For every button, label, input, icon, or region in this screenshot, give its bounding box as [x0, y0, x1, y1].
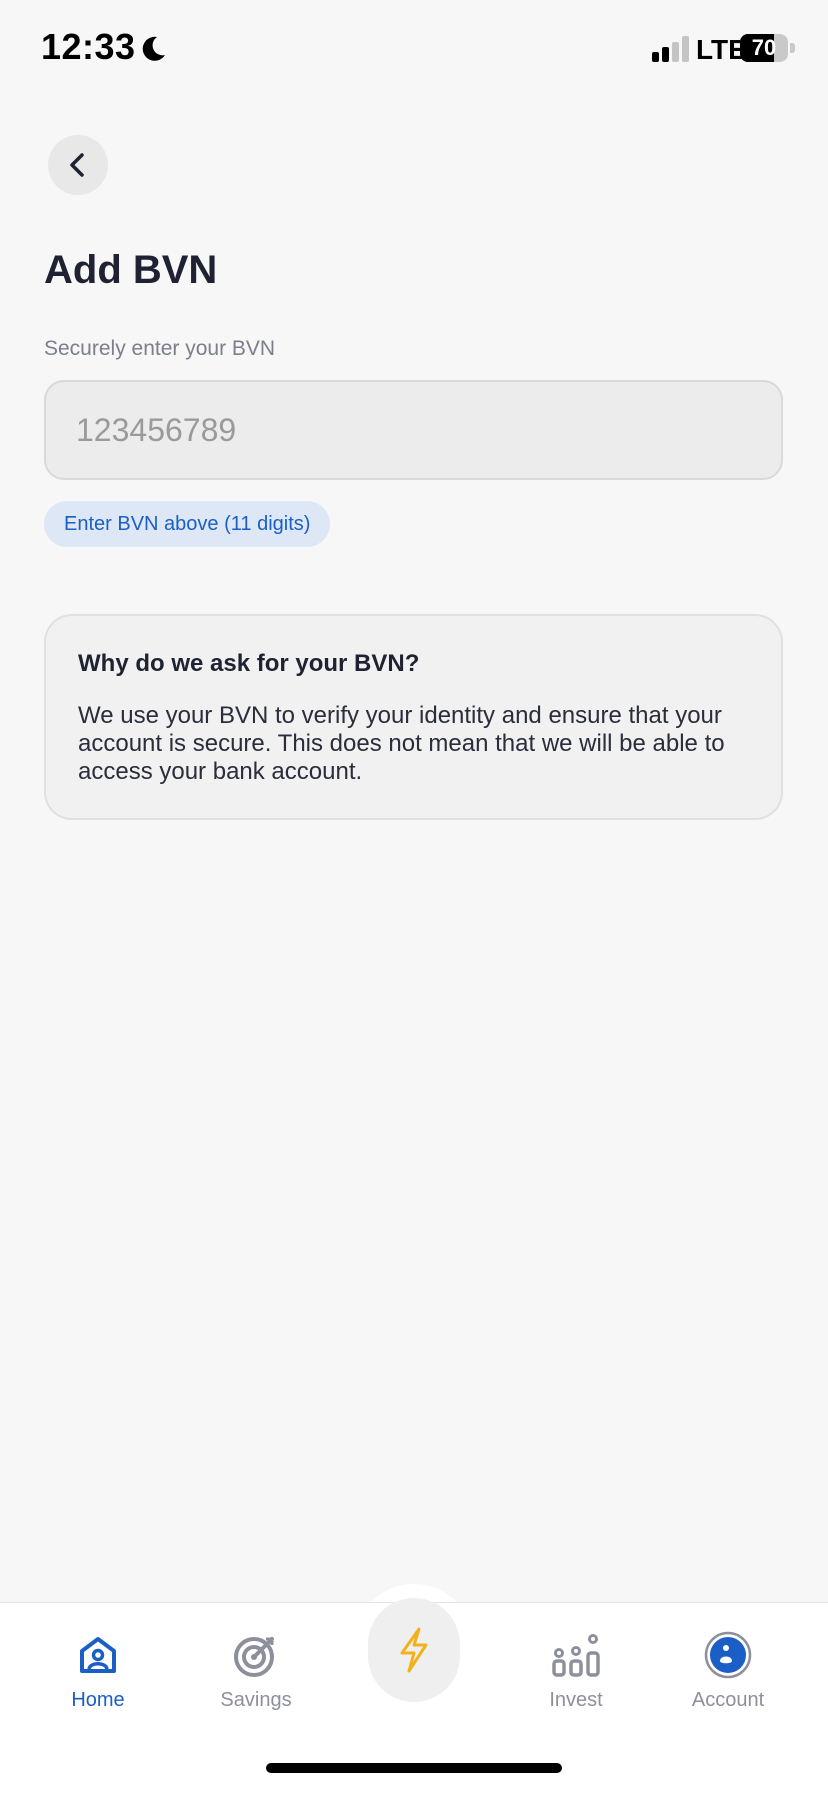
lightning-icon	[400, 1627, 428, 1673]
status-time: 12:33	[41, 26, 136, 67]
chevron-left-icon	[70, 153, 84, 177]
nav-label-invest: Invest	[549, 1689, 603, 1711]
nav-item-invest[interactable]: Invest	[516, 1631, 636, 1712]
nav-label-home: Home	[71, 1689, 125, 1711]
home-icon	[80, 1637, 116, 1673]
nav-item-home[interactable]: Home	[38, 1631, 158, 1712]
bar-chart-icon	[552, 1634, 600, 1677]
battery-icon: 70	[740, 34, 795, 62]
nav-label-savings: Savings	[220, 1689, 292, 1711]
bvn-field-label: Securely enter your BVN	[44, 337, 276, 360]
account-icon	[704, 1631, 752, 1679]
bvn-hint-badge: Enter BVN above (11 digits)	[44, 501, 331, 547]
target-icon	[234, 1637, 274, 1677]
status-bar: 12:33 LTE 70	[0, 0, 828, 100]
back-button[interactable]	[48, 135, 108, 195]
bvn-input[interactable]	[44, 380, 783, 480]
page-title: Add BVN	[44, 248, 218, 292]
signal-icon	[652, 36, 689, 62]
nav-item-account[interactable]: Account	[668, 1631, 788, 1712]
battery-percent: 70	[751, 35, 777, 60]
moon-icon	[142, 36, 165, 61]
nav-label-account: Account	[691, 1689, 765, 1711]
info-card-title: Why do we ask for your BVN?	[78, 650, 420, 677]
nav-item-savings[interactable]: Savings	[196, 1631, 316, 1712]
info-card-body: We use your BVN to verify your identity …	[78, 702, 725, 785]
info-card: Why do we ask for your BVN? We use your …	[44, 614, 783, 820]
quick-action-button[interactable]	[368, 1598, 460, 1702]
home-indicator	[266, 1763, 562, 1773]
